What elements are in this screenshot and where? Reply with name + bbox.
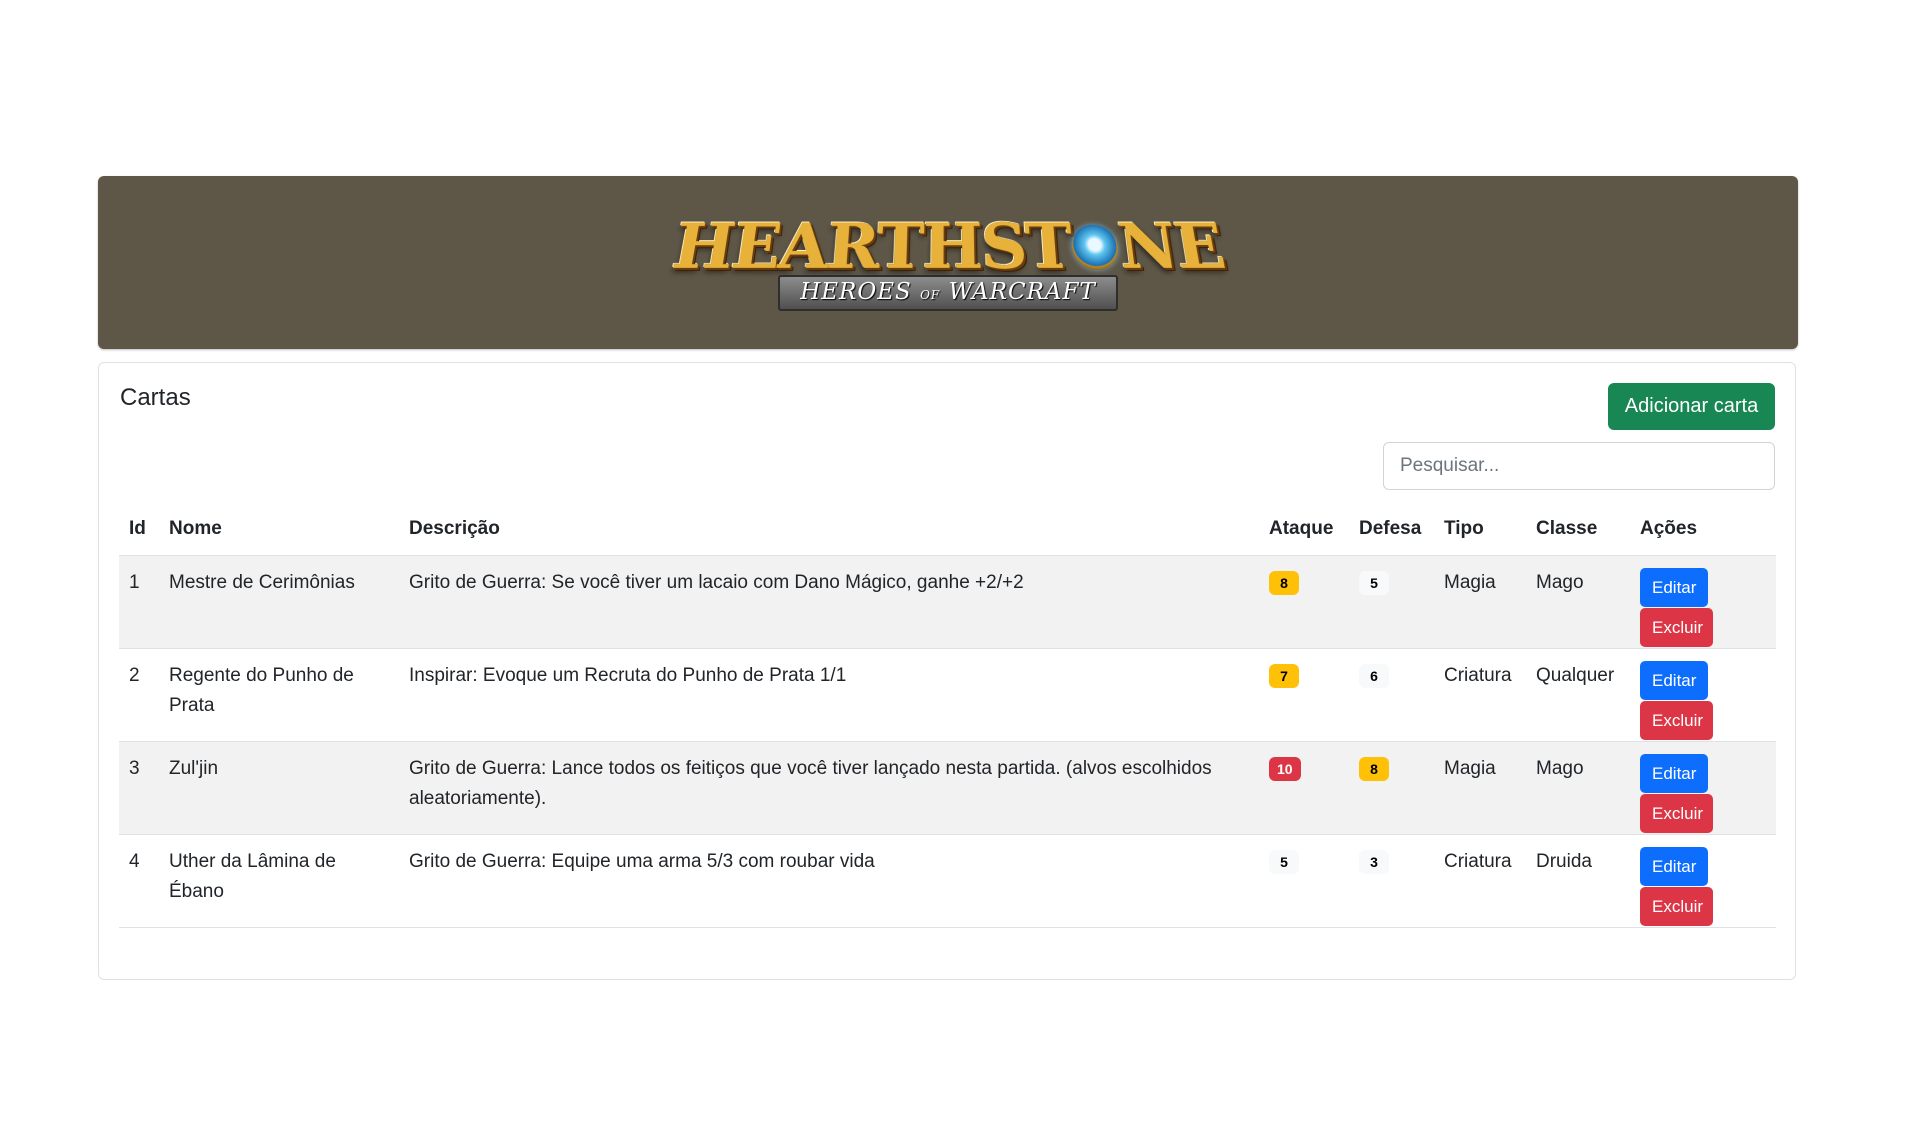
table-row: 2 Regente do Punho de Prata Inspirar: Ev… (119, 648, 1776, 742)
table-row: 3 Zul'jin Grito de Guerra: Lance todos o… (119, 741, 1776, 835)
column-header-acoes: Ações (1630, 503, 1776, 556)
delete-button[interactable]: Excluir (1640, 794, 1713, 833)
search-input[interactable] (1383, 442, 1775, 490)
attack-badge: 7 (1269, 663, 1299, 688)
cell-id: 4 (119, 834, 159, 928)
cell-descricao: Grito de Guerra: Se você tiver um lacaio… (399, 555, 1259, 649)
cards-panel: Cartas Adicionar carta Id Nome Descrição… (98, 362, 1796, 980)
column-header-classe: Classe (1526, 503, 1630, 556)
cell-nome: Zul'jin (159, 741, 399, 835)
page-title: Cartas (120, 384, 191, 411)
column-header-defesa: Defesa (1349, 503, 1434, 556)
table-row: 4 Uther da Lâmina de Ébano Grito de Guer… (119, 834, 1776, 928)
hearthstone-logo: HEARTHST NE HEROES OF WARCRAFT (667, 201, 1229, 325)
row-actions: Editar Excluir (1640, 568, 1766, 648)
cell-classe: Mago (1526, 555, 1630, 649)
defense-badge: 3 (1359, 849, 1389, 874)
column-header-descricao: Descrição (399, 503, 1259, 556)
cell-id: 2 (119, 648, 159, 742)
edit-button[interactable]: Editar (1640, 847, 1708, 886)
attack-badge: 8 (1269, 570, 1299, 595)
delete-button[interactable]: Excluir (1640, 701, 1713, 740)
cell-nome: Regente do Punho de Prata (159, 648, 399, 742)
cell-classe: Qualquer (1526, 648, 1630, 742)
cell-descricao: Inspirar: Evoque um Recruta do Punho de … (399, 648, 1259, 742)
row-actions: Editar Excluir (1640, 754, 1766, 834)
delete-button[interactable]: Excluir (1640, 608, 1713, 647)
cell-classe: Mago (1526, 741, 1630, 835)
add-card-button[interactable]: Adicionar carta (1608, 383, 1775, 430)
column-header-tipo: Tipo (1434, 503, 1526, 556)
delete-button[interactable]: Excluir (1640, 887, 1713, 926)
cell-tipo: Criatura (1434, 834, 1526, 928)
cell-tipo: Magia (1434, 741, 1526, 835)
cell-tipo: Magia (1434, 555, 1526, 649)
defense-badge: 5 (1359, 570, 1389, 595)
attack-badge: 5 (1269, 849, 1299, 874)
row-actions: Editar Excluir (1640, 661, 1766, 741)
cell-descricao: Grito de Guerra: Equipe uma arma 5/3 com… (399, 834, 1259, 928)
column-header-id: Id (119, 503, 159, 556)
edit-button[interactable]: Editar (1640, 754, 1708, 793)
edit-button[interactable]: Editar (1640, 661, 1708, 700)
header-banner: HEARTHST NE HEROES OF WARCRAFT (98, 176, 1798, 349)
defense-badge: 6 (1359, 663, 1389, 688)
table-row: 1 Mestre de Cerimônias Grito de Guerra: … (119, 555, 1776, 649)
cell-tipo: Criatura (1434, 648, 1526, 742)
cell-id: 3 (119, 741, 159, 835)
cell-classe: Druida (1526, 834, 1630, 928)
attack-badge: 10 (1269, 756, 1301, 781)
table-header-row: Id Nome Descrição Ataque Defesa Tipo Cla… (119, 503, 1776, 556)
column-header-nome: Nome (159, 503, 399, 556)
cell-nome: Mestre de Cerimônias (159, 555, 399, 649)
defense-badge: 8 (1359, 756, 1389, 781)
row-actions: Editar Excluir (1640, 847, 1766, 927)
cards-table: Id Nome Descrição Ataque Defesa Tipo Cla… (119, 503, 1776, 928)
cell-id: 1 (119, 555, 159, 649)
logo-emblem-icon (1069, 224, 1121, 270)
cell-nome: Uther da Lâmina de Ébano (159, 834, 399, 928)
edit-button[interactable]: Editar (1640, 568, 1708, 607)
cell-descricao: Grito de Guerra: Lance todos os feitiços… (399, 741, 1259, 835)
column-header-ataque: Ataque (1259, 503, 1349, 556)
